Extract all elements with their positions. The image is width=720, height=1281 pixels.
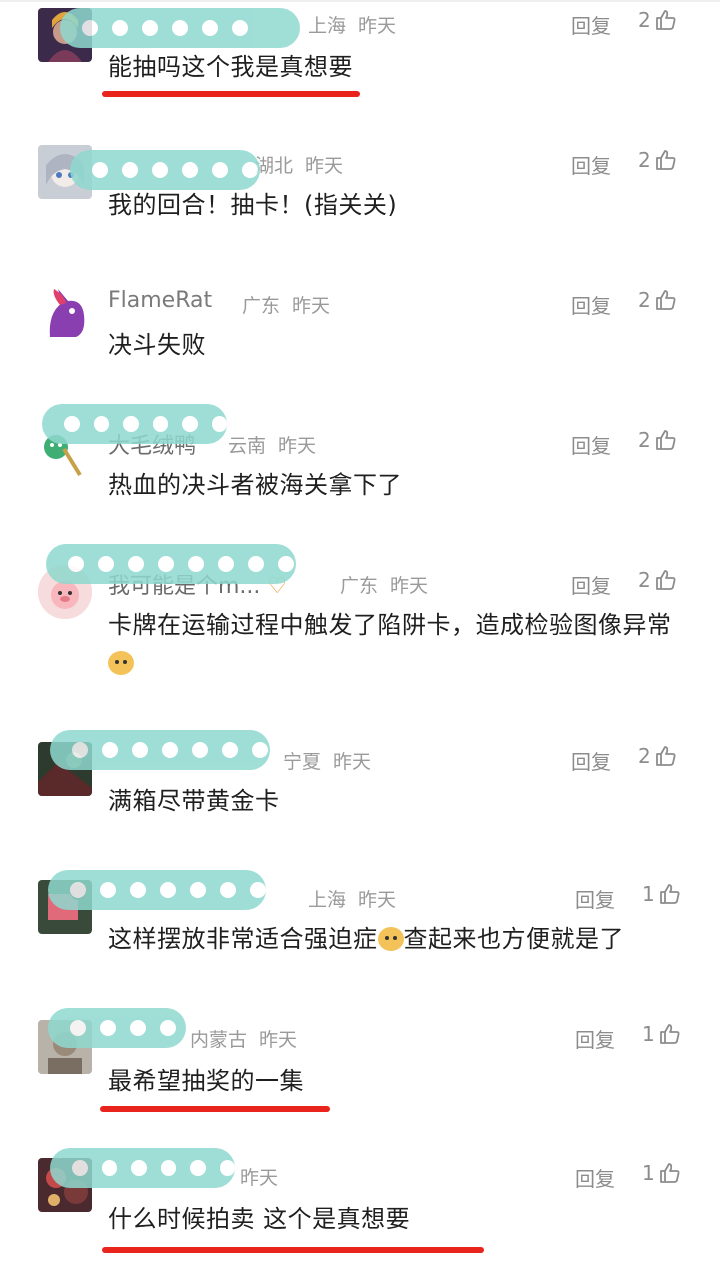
comment-time: 昨天	[333, 751, 372, 773]
like-count: 1	[642, 1161, 655, 1185]
thumbs-up-icon	[659, 1163, 680, 1183]
thumbs-up-icon	[655, 430, 676, 450]
like-button[interactable]: 2	[638, 148, 678, 172]
reply-button[interactable]: 回复	[575, 884, 615, 913]
avatar[interactable]	[38, 285, 92, 339]
like-button[interactable]: 2	[638, 288, 678, 312]
comment-meta: 云南 昨天	[228, 431, 328, 458]
thumbs-up-icon	[655, 150, 676, 170]
like-count: 1	[642, 882, 655, 906]
comment-time: 昨天	[358, 889, 397, 911]
username-redaction-mask	[42, 404, 227, 444]
thumbs-up-icon	[655, 570, 676, 590]
comment-text-content-after: 查起来也方便就是了	[403, 925, 624, 953]
comment-time: 昨天	[358, 15, 397, 37]
like-button[interactable]: 1	[642, 1161, 682, 1185]
comment-meta: 广东 昨天	[242, 291, 342, 318]
comment-meta: 湖北 昨天	[255, 151, 355, 178]
comment-time: 昨天	[259, 1029, 298, 1051]
like-button[interactable]: 2	[638, 568, 678, 592]
like-button[interactable]: 2	[638, 428, 678, 452]
comment-text: 卡牌在运输过程中触发了陷阱卡，造成检验图像异常	[108, 606, 683, 682]
comment-text: 什么时候拍卖 这个是真想要	[108, 1205, 411, 1233]
doge-emoji-icon	[108, 651, 134, 675]
username-redaction-mask	[50, 1148, 235, 1188]
highlight-underline	[102, 1247, 484, 1253]
thumbs-up-icon	[655, 10, 676, 30]
comment-text-content: 这样摆放非常适合强迫症	[108, 925, 378, 953]
comment-meta: 上海 昨天	[308, 885, 408, 912]
comment-location: 上海	[308, 15, 347, 37]
reply-button[interactable]: 回复	[571, 10, 611, 39]
reply-button[interactable]: 回复	[571, 570, 611, 599]
like-count: 1	[642, 1022, 655, 1046]
like-button[interactable]: 2	[638, 8, 678, 32]
top-divider	[0, 0, 720, 2]
comment-text: 这样摆放非常适合强迫症 查起来也方便就是了	[108, 920, 708, 958]
like-count: 2	[638, 744, 651, 768]
comment-text: 我的回合！抽卡！(指关关)	[108, 191, 398, 219]
reply-button[interactable]: 回复	[571, 150, 611, 179]
comment-time: 昨天	[278, 435, 317, 457]
comment-location: 广东	[340, 575, 379, 597]
comment-location: 云南	[228, 435, 267, 457]
reply-button[interactable]: 回复	[571, 746, 611, 775]
comment-location: 湖北	[255, 155, 294, 177]
like-count: 2	[638, 428, 651, 452]
like-count: 2	[638, 568, 651, 592]
comment-location: 内蒙古	[190, 1029, 248, 1051]
reply-button[interactable]: 回复	[575, 1024, 615, 1053]
like-button[interactable]: 1	[642, 1022, 682, 1046]
username-redaction-mask	[48, 870, 266, 910]
comment-location: 宁夏	[283, 751, 322, 773]
username-redaction-mask	[48, 1008, 186, 1048]
like-count: 2	[638, 8, 651, 32]
thumbs-up-icon	[659, 884, 680, 904]
comment-meta: 昨天	[228, 1163, 290, 1190]
username-redaction-mask	[50, 730, 270, 770]
comment-meta: 广东 昨天	[340, 571, 440, 598]
comment-time: 昨天	[305, 155, 344, 177]
username-redaction-mask	[70, 150, 260, 190]
comment-text: 热血的决斗者被海关拿下了	[108, 471, 402, 499]
comment-meta: 宁夏 昨天	[283, 747, 383, 774]
reply-button[interactable]: 回复	[575, 1163, 615, 1192]
highlight-underline	[100, 1106, 330, 1112]
like-count: 2	[638, 148, 651, 172]
comment-text-content: 卡牌在运输过程中触发了陷阱卡，造成检验图像异常	[108, 611, 672, 639]
reply-button[interactable]: 回复	[571, 430, 611, 459]
like-button[interactable]: 1	[642, 882, 682, 906]
thumbs-up-icon	[655, 290, 676, 310]
comment-time: 昨天	[390, 575, 429, 597]
thumbs-up-icon	[659, 1024, 680, 1044]
comment-time: 昨天	[292, 295, 331, 317]
comment-meta: 上海 昨天	[308, 11, 408, 38]
reply-button[interactable]: 回复	[571, 290, 611, 319]
like-count: 2	[638, 288, 651, 312]
like-button[interactable]: 2	[638, 744, 678, 768]
comment-time: 昨天	[240, 1167, 279, 1189]
comment-meta: 内蒙古 昨天	[190, 1025, 309, 1052]
comment-text: 决斗失败	[108, 331, 206, 359]
username-redaction-mask	[46, 544, 296, 584]
comment-username[interactable]: FlameRat	[108, 288, 212, 313]
comment-text: 最希望抽奖的一集	[108, 1067, 304, 1095]
highlight-underline	[102, 91, 360, 97]
comment-text: 满箱尽带黄金卡	[108, 787, 280, 815]
doge-emoji-icon	[377, 927, 404, 951]
comment-text: 能抽吗这个我是真想要	[108, 53, 353, 81]
comment-location: 广东	[242, 295, 281, 317]
comment-location: 上海	[308, 889, 347, 911]
username-redaction-mask	[60, 8, 300, 48]
thumbs-up-icon	[655, 746, 676, 766]
